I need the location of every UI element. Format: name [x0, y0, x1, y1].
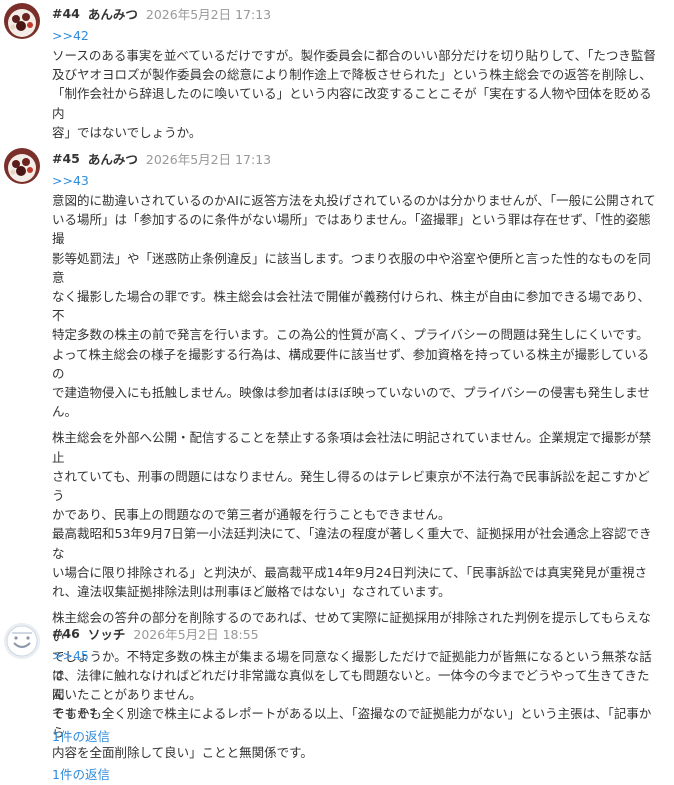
comment-body: で、法律に触れなければどれだけ非常識な真似をしても問題ないと。一体今の今までどう… — [52, 666, 658, 724]
comment-line: かであり、民事上の問題なので第三者が通報を行うこともできません。 — [52, 507, 451, 523]
comment-line: 影等処罰法」や「迷惑防止条例違反」に該当します。つまり衣服の中や浴室や便所と言っ… — [52, 250, 651, 285]
comment-paragraph: 意図的に勘違いされているのかAIに返答方法を丸投げされているのかは分かりませんが… — [52, 191, 658, 421]
comment-line: 株主総会を外部へ公開・配信することを禁止する条項は会社法に明記されていません。企… — [52, 430, 652, 465]
comment-line: ん。 — [52, 404, 78, 420]
comment-author[interactable]: あんみつ — [88, 4, 138, 23]
replies-link[interactable]: 1件の返信 — [52, 727, 658, 747]
comment-body: ソースのある事実を並べているだけですが。製作委員会に都合のいい部分だけを切り貼り… — [52, 46, 658, 142]
comment-number: #46 — [52, 625, 80, 641]
comment-author[interactable]: あんみつ — [88, 149, 138, 168]
comment-44: #44 あんみつ 2026年5月2日 17:13 >>42 ソースのある事実を並… — [0, 0, 674, 142]
comment-line: 最高裁昭和53年9月7日第一小法廷判決にて、「違法の程度が著しく重大で、証拠採用… — [52, 526, 652, 561]
comment-line: ですか？ — [52, 706, 103, 722]
comment-line: れ、違法収集証拠排除法則は刑事ほど厳格ではない」なされています。 — [52, 584, 451, 600]
comment-line: いる場所」は「参加するのに条件がない場所」ではありません。「盗撮罪」という罪は存… — [52, 212, 651, 247]
comment-line: 意図的に勘違いされているのかAIに返答方法を丸投げされているのかは分かりませんが… — [52, 193, 656, 208]
anmitsu-dessert-avatar-icon[interactable] — [4, 3, 40, 39]
comment-paragraph: 株主総会を外部へ公開・配信することを禁止する条項は会社法に明記されていません。企… — [52, 428, 658, 601]
anmitsu-dessert-avatar-icon[interactable] — [4, 148, 40, 184]
comment-line: 内容を全面削除して良い」ことと無関係です。 — [52, 744, 313, 760]
comment-line: で、法律に触れなければどれだけ非常識な真似をしても問題ないと。一体今の今までどう… — [52, 668, 650, 703]
default-user-avatar-icon[interactable] — [4, 623, 40, 659]
comment-date: 2026年5月2日 17:13 — [145, 6, 272, 22]
comment-line: されていても、刑事の問題にはなりません。発生し得るのはテレビ東京が不法行為で民事… — [52, 468, 650, 504]
reply-anchor-link[interactable]: >>42 — [52, 26, 658, 46]
comment-line: 特定多数の株主の前で発言を行います。この為公的性質が高く、プライバシーの問題は発… — [52, 327, 649, 343]
comment-line: なく撮影した場合の罪です。株主総会は会社法で開催が義務付けられ、株主が自由に参加… — [52, 289, 651, 324]
comment-number: #44 — [52, 5, 80, 21]
replies-link[interactable]: 1件の返信 — [52, 765, 658, 785]
comment-date: 2026年5月2日 17:13 — [145, 151, 272, 167]
comment-author[interactable]: ソッチ — [88, 624, 126, 643]
comment-line: 容」ではないでしょうか。 — [52, 124, 202, 140]
reply-anchor-link[interactable]: >>43 — [52, 171, 658, 191]
comment-46: #46 ソッチ 2026年5月2日 18:55 >>45 で、法律に触れなければ… — [0, 620, 674, 747]
reply-anchor-link[interactable]: >>45 — [52, 646, 658, 666]
comment-line: で建造物侵入にも抵触しません。映像は参加者はほぼ映っていないので、プライバシーの… — [52, 385, 650, 401]
comment-line: い場合に限り排除される」と判決が、最高裁平成14年9月24日判決にて、「民事訴訟… — [52, 564, 648, 580]
comment-line: 「制作会社から辞退したのに喚いている」という内容に改変することこそが「実在する人… — [52, 86, 652, 121]
comment-number: #45 — [52, 150, 80, 166]
comment-line: 及びヤオヨロズが製作委員会の総意により制作途上で降板させられた」という株主総会で… — [52, 67, 652, 83]
comment-line: よって株主総会の様子を撮影する行為は、構成要件に該当せず、参加資格を持っている株… — [52, 346, 650, 381]
comment-date: 2026年5月2日 18:55 — [133, 626, 259, 642]
comment-line: ソースのある事実を並べているだけですが。製作委員会に都合のいい部分だけを切り貼り… — [52, 48, 656, 63]
